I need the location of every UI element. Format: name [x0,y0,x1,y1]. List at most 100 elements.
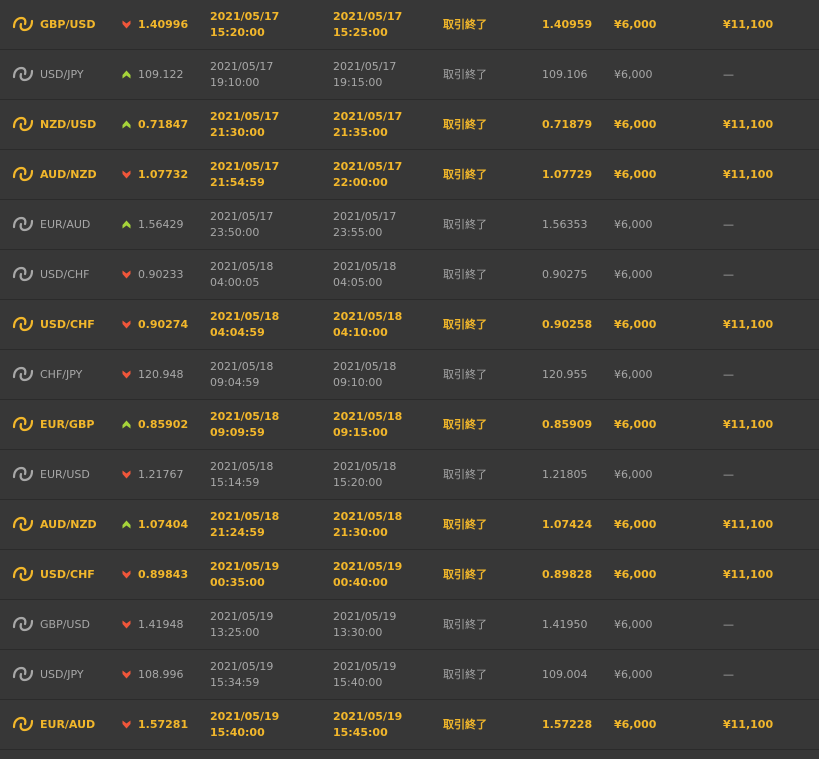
table-row[interactable]: USD/CHF 0.89843 2021/05/19 00:35:00 2021… [0,550,819,600]
trade-history-table: GBP/USD 1.40996 2021/05/17 15:20:00 2021… [0,0,819,759]
entry-rate: 1.07404 [138,518,189,531]
table-row[interactable]: EUR/AUD 1.56429 2021/05/17 23:50:00 2021… [0,200,819,250]
table-row[interactable]: GBP/USD 1.40996 2021/05/17 15:20:00 2021… [0,0,819,50]
trade-status: 取引終了 [443,418,487,431]
down-arrow-icon [122,320,131,329]
table-row[interactable]: USD/CHF 0.90274 2021/05/18 04:04:59 2021… [0,300,819,350]
end-datetime: 2021/05/19 13:30:00 [333,609,396,641]
payout-amount: ¥11,100 [723,568,774,581]
currency-pair-icon [12,514,34,534]
currency-pair-icon [12,664,34,684]
currency-pair-icon [12,14,34,34]
trade-status: 取引終了 [443,468,487,481]
start-time: 13:25:00 [210,626,260,639]
close-rate: 1.41950 [542,618,588,631]
end-time: 21:30:00 [333,526,388,539]
end-date: 2021/05/19 [333,660,397,673]
payout-amount: ¥11,100 [723,168,774,181]
table-row[interactable]: AUD/NZD 1.07404 2021/05/18 21:24:59 2021… [0,500,819,550]
table-row[interactable]: EUR/USD 1.21767 2021/05/18 15:14:59 2021… [0,450,819,500]
table-row[interactable]: CHF/JPY 120.948 2021/05/18 09:04:59 2021… [0,350,819,400]
currency-pair-icon [12,614,34,634]
trade-amount: ¥6,000 [614,268,653,281]
end-time: 09:15:00 [333,426,388,439]
entry-rate: 1.21767 [138,468,184,481]
table-row[interactable]: EUR/GBP 0.85902 2021/05/18 09:09:59 2021… [0,400,819,450]
start-datetime: 2021/05/18 04:00:05 [210,259,273,291]
trade-status: 取引終了 [443,618,487,631]
table-row[interactable]: EUR/AUD 1.57281 2021/05/19 15:40:00 2021… [0,700,819,750]
start-datetime: 2021/05/18 15:14:59 [210,459,273,491]
start-date: 2021/05/17 [210,110,280,123]
table-row[interactable]: USD/CHF 0.90233 2021/05/18 04:00:05 2021… [0,250,819,300]
table-row[interactable]: USD/JPY 108.996 2021/05/19 15:34:59 2021… [0,650,819,700]
start-time: 15:34:59 [210,676,260,689]
trade-amount: ¥6,000 [614,18,657,31]
payout-amount: — [723,618,734,631]
end-datetime: 2021/05/19 00:40:00 [333,559,402,591]
end-time: 15:25:00 [333,26,388,39]
end-time: 15:45:00 [333,726,388,739]
currency-pair-icon [12,414,34,434]
end-date: 2021/05/17 [333,110,403,123]
down-arrow-icon [122,170,131,179]
entry-rate: 1.41948 [138,618,184,631]
start-date: 2021/05/19 [210,560,280,573]
down-arrow-icon [122,270,131,279]
trade-amount: ¥6,000 [614,618,653,631]
start-datetime: 2021/05/17 21:54:59 [210,159,279,191]
close-rate: 0.85909 [542,418,593,431]
close-rate: 1.57228 [542,718,593,731]
currency-pair-icon [12,564,34,584]
entry-rate: 1.07732 [138,168,189,181]
table-row[interactable]: USD/JPY 109.122 2021/05/17 19:10:00 2021… [0,50,819,100]
trade-status: 取引終了 [443,568,487,581]
end-date: 2021/05/18 [333,460,397,473]
start-datetime: 2021/05/17 23:50:00 [210,209,273,241]
currency-pair-icon [12,464,34,484]
end-datetime: 2021/05/18 09:15:00 [333,409,402,441]
trade-amount: ¥6,000 [614,118,657,131]
currency-pair: EUR/GBP [40,418,95,431]
close-rate: 0.90275 [542,268,588,281]
trade-amount: ¥6,000 [614,518,657,531]
up-arrow-icon [122,420,131,429]
end-datetime: 2021/05/18 09:10:00 [333,359,396,391]
trade-status: 取引終了 [443,218,487,231]
entry-rate: 1.40996 [138,18,189,31]
close-rate: 1.07729 [542,168,593,181]
currency-pair-icon [12,214,34,234]
down-arrow-icon [122,570,131,579]
table-row[interactable]: NZD/USD 0.71847 2021/05/17 21:30:00 2021… [0,100,819,150]
start-date: 2021/05/17 [210,10,280,23]
up-arrow-icon [122,70,131,79]
payout-amount: — [723,468,734,481]
start-date: 2021/05/18 [210,460,274,473]
table-row[interactable]: GBP/USD 1.41948 2021/05/19 13:25:00 2021… [0,600,819,650]
table-row[interactable]: AUD/NZD 1.07732 2021/05/17 21:54:59 2021… [0,150,819,200]
entry-rate: 0.89843 [138,568,189,581]
payout-amount: ¥11,100 [723,418,774,431]
currency-pair: EUR/USD [40,468,90,481]
trade-amount: ¥6,000 [614,468,653,481]
currency-pair: EUR/AUD [40,718,96,731]
start-datetime: 2021/05/17 21:30:00 [210,109,279,141]
trade-amount: ¥6,000 [614,218,653,231]
close-rate: 0.90258 [542,318,593,331]
currency-pair: CHF/JPY [40,368,83,381]
start-date: 2021/05/18 [210,310,280,323]
start-time: 21:30:00 [210,126,265,139]
trade-amount: ¥6,000 [614,418,657,431]
end-time: 23:55:00 [333,226,383,239]
trade-status: 取引終了 [443,718,487,731]
end-date: 2021/05/17 [333,160,403,173]
currency-pair: NZD/USD [40,118,97,131]
close-rate: 109.106 [542,68,588,81]
trade-amount: ¥6,000 [614,168,657,181]
end-date: 2021/05/17 [333,210,397,223]
end-date: 2021/05/18 [333,310,403,323]
start-date: 2021/05/17 [210,160,280,173]
currency-pair-icon [12,264,34,284]
end-datetime: 2021/05/19 15:45:00 [333,709,402,741]
payout-amount: ¥11,100 [723,118,774,131]
